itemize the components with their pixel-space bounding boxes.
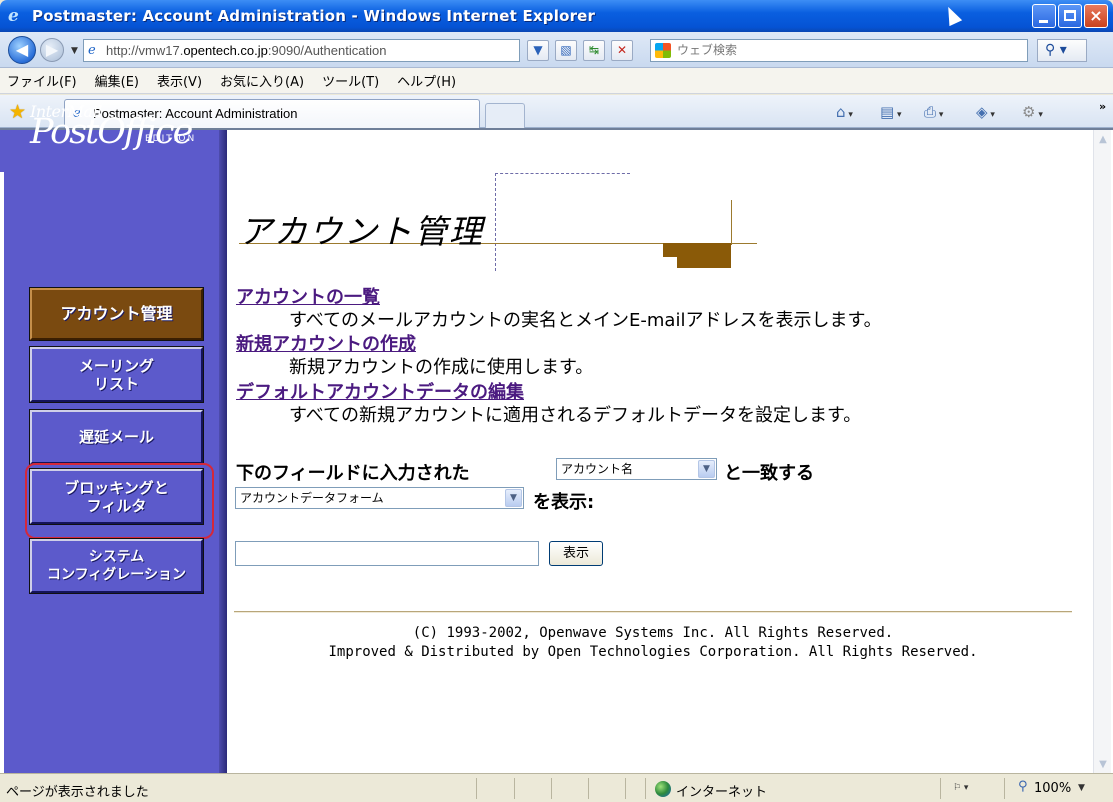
menu-file[interactable]: ファイル(F) bbox=[7, 71, 77, 90]
scroll-down-icon[interactable]: ▼ bbox=[1095, 757, 1111, 773]
zoom-icon[interactable]: ⚲ bbox=[1018, 779, 1028, 794]
highlight-ring bbox=[25, 463, 214, 539]
nav-system-config-button[interactable]: システム コンフィグレーション bbox=[29, 538, 204, 594]
compatibility-icon[interactable]: ▧ bbox=[555, 40, 577, 61]
forward-button[interactable]: ▶ bbox=[40, 38, 64, 62]
view-select[interactable]: アカウントデータフォーム ▼ bbox=[235, 487, 524, 509]
maximize-button[interactable] bbox=[1058, 4, 1082, 28]
form-label-match: と一致する bbox=[724, 463, 814, 484]
safety-icon[interactable]: ◈ ▾ bbox=[976, 103, 995, 121]
form-label-prefix: 下のフィールドに入力された bbox=[236, 463, 470, 484]
logo-postoffice: PostOffice bbox=[30, 112, 193, 152]
minimize-button[interactable] bbox=[1032, 4, 1056, 28]
window-title: Postmaster: Account Administration - Win… bbox=[32, 7, 596, 25]
logo-edition: EDITION bbox=[145, 134, 197, 144]
menu-favorites[interactable]: お気に入り(A) bbox=[220, 71, 304, 90]
nav-deferred-mail-button[interactable]: 遅延メール bbox=[29, 409, 204, 465]
tools-gear-icon[interactable]: ⚙ ▾ bbox=[1022, 103, 1043, 121]
page-title: アカウント管理 bbox=[239, 212, 484, 251]
nav-mailing-list-button[interactable]: メーリング リスト bbox=[29, 346, 204, 403]
print-icon[interactable]: ⎙ ▾ bbox=[924, 103, 943, 121]
zoom-level[interactable]: 100% bbox=[1034, 781, 1071, 796]
menu-tools[interactable]: ツール(T) bbox=[322, 71, 379, 90]
address-input[interactable]: e http://vmw17.opentech.co.jp:9090/Authen… bbox=[83, 39, 520, 62]
home-icon[interactable]: ⌂ ▾ bbox=[836, 103, 853, 121]
field-select[interactable]: アカウント名 ▼ bbox=[556, 458, 717, 480]
security-zone: インターネット bbox=[676, 785, 768, 800]
status-text: ページが表示されました bbox=[6, 785, 149, 800]
address-toolbar: ◀ ▶ ▼ e http://vmw17.opentech.co.jp:9090/… bbox=[0, 32, 1113, 68]
page-icon: e bbox=[88, 43, 96, 58]
protected-mode-icon[interactable]: ⚐ ▾ bbox=[953, 783, 968, 793]
chevron-down-icon: ▼ bbox=[698, 460, 715, 478]
back-button[interactable]: ◀ bbox=[8, 36, 36, 64]
nav-account-admin-button[interactable]: アカウント管理 bbox=[29, 287, 204, 341]
address-dropdown-button[interactable]: ▼ bbox=[527, 40, 549, 61]
history-dropdown-icon[interactable]: ▼ bbox=[71, 46, 78, 56]
stop-icon[interactable]: ✕ bbox=[611, 40, 633, 61]
chevron-down-icon: ▼ bbox=[505, 489, 522, 507]
menu-view[interactable]: 表示(V) bbox=[157, 71, 202, 90]
search-value-input[interactable] bbox=[235, 541, 539, 566]
desc-new-account: 新規アカウントの作成に使用します。 bbox=[289, 357, 594, 378]
zoom-dropdown-icon[interactable]: ▼ bbox=[1078, 783, 1085, 793]
show-button[interactable]: 表示 bbox=[549, 541, 603, 566]
internet-zone-icon bbox=[655, 781, 671, 797]
status-bar: ページが表示されました インターネット ⚐ ▾ ⚲ 100% ▼ bbox=[0, 773, 1113, 802]
search-input[interactable]: ウェブ検索 bbox=[650, 39, 1028, 62]
feeds-icon[interactable]: ▤ ▾ bbox=[880, 103, 902, 121]
menu-edit[interactable]: 編集(E) bbox=[95, 71, 139, 90]
footer-copyright: (C) 1993-2002, Openwave Systems Inc. All… bbox=[412, 625, 894, 641]
live-search-icon bbox=[655, 43, 671, 58]
divider bbox=[234, 611, 1072, 613]
favorites-star-icon[interactable]: ★ bbox=[9, 101, 26, 123]
menu-help[interactable]: ヘルプ(H) bbox=[397, 71, 456, 90]
scroll-up-icon[interactable]: ▲ bbox=[1095, 132, 1111, 148]
form-label-show: を表示: bbox=[533, 492, 595, 513]
vertical-scrollbar[interactable]: ▲ ▼ bbox=[1093, 130, 1111, 773]
desc-account-list: すべてのメールアカウントの実名とメインE-mailアドレスを表示します。 bbox=[289, 310, 882, 331]
toolbar-overflow-icon[interactable]: » bbox=[1099, 100, 1106, 113]
desc-default-account-data: すべての新規アカウントに適用されるデフォルトデータを設定します。 bbox=[289, 405, 862, 426]
new-tab-button[interactable] bbox=[485, 103, 525, 128]
refresh-icon[interactable]: ↹ bbox=[583, 40, 605, 61]
close-button[interactable]: × bbox=[1084, 4, 1108, 28]
ie-icon: e bbox=[8, 6, 19, 26]
menu-bar: ファイル(F) 編集(E) 表示(V) お気に入り(A) ツール(T) ヘルプ(… bbox=[0, 68, 1113, 94]
footer-distribution: Improved & Distributed by Open Technolog… bbox=[328, 644, 978, 660]
search-button[interactable]: ⚲ ▾ bbox=[1037, 39, 1087, 62]
